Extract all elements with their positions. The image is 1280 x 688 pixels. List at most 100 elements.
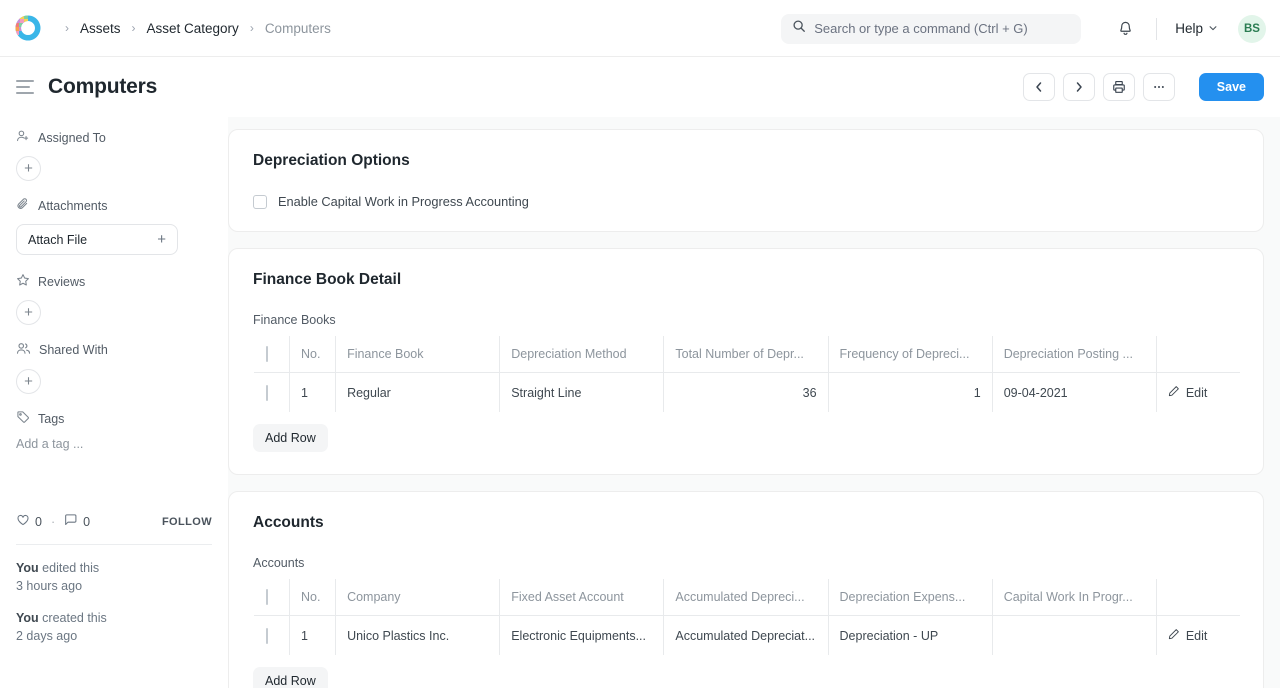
avatar[interactable]: BS (1238, 15, 1266, 43)
breadcrumb: › Assets › Asset Category › Computers (56, 19, 333, 38)
cell-accumulated-depreciation[interactable]: Accumulated Depreciat... (664, 616, 828, 656)
tag-input[interactable]: Add a tag ... (16, 437, 212, 451)
edit-row-button[interactable]: Edit (1168, 385, 1229, 400)
cell-edit[interactable]: Edit (1156, 616, 1240, 656)
breadcrumb-separator: › (56, 22, 78, 34)
frappe-logo-icon[interactable] (14, 14, 42, 42)
column-depreciation-expense[interactable]: Depreciation Expens... (828, 579, 992, 616)
sidebar: Assigned To + Attachments Attach File + (0, 117, 228, 688)
enable-cwip-label: Enable Capital Work in Progress Accounti… (278, 194, 529, 209)
cell-total-number[interactable]: 36 (664, 373, 828, 413)
enable-cwip-row[interactable]: Enable Capital Work in Progress Accounti… (253, 194, 1239, 209)
shared-with-header: Shared With (16, 341, 212, 359)
tags-header: Tags (16, 410, 212, 427)
activity-edited: You edited this 3 hours ago (16, 559, 212, 595)
ellipsis-icon[interactable] (1143, 73, 1175, 101)
add-review-button[interactable]: + (16, 300, 41, 325)
cell-fixed-asset-account[interactable]: Electronic Equipments... (500, 616, 664, 656)
column-capital-work-in-progress[interactable]: Capital Work In Progr... (992, 579, 1156, 616)
page-body: Assigned To + Attachments Attach File + (0, 117, 1280, 688)
sidebar-stats: 0 · 0 FOLLOW (16, 513, 212, 544)
navbar: › Assets › Asset Category › Computers He… (0, 0, 1280, 57)
users-icon (16, 341, 31, 359)
column-no[interactable]: No. (290, 579, 336, 616)
prev-document-button[interactable] (1023, 73, 1055, 101)
breadcrumb-item-computers: Computers (263, 19, 333, 38)
cell-company[interactable]: Unico Plastics Inc. (336, 616, 500, 656)
row-select-cell (254, 373, 290, 413)
accounts-title: Accounts (253, 514, 1239, 532)
tags-label: Tags (38, 412, 64, 426)
accounts-add-row-button[interactable]: Add Row (253, 667, 328, 688)
cell-frequency[interactable]: 1 (828, 373, 992, 413)
sidebar-divider (16, 544, 212, 545)
cell-finance-book[interactable]: Regular (336, 373, 500, 413)
cell-depreciation-expense[interactable]: Depreciation - UP (828, 616, 992, 656)
edit-row-button[interactable]: Edit (1168, 628, 1229, 643)
enable-cwip-checkbox[interactable] (253, 195, 267, 209)
card-depreciation-options: Depreciation Options Enable Capital Work… (228, 129, 1264, 232)
sidebar-section-assigned-to: Assigned To + (16, 129, 212, 181)
pencil-icon (1168, 628, 1180, 643)
activity-created-time: 2 days ago (16, 629, 77, 643)
card-accounts: Accounts Accounts No. Company Fixed Asse… (228, 491, 1264, 688)
table-row[interactable]: 1 Regular Straight Line 36 1 09-04-2021 (254, 373, 1241, 413)
cell-capital-work-in-progress[interactable] (992, 616, 1156, 656)
column-posting-date[interactable]: Depreciation Posting ... (992, 336, 1156, 373)
star-icon (16, 273, 30, 290)
search-input[interactable] (814, 21, 1070, 36)
comment-icon (64, 513, 78, 530)
paperclip-icon (16, 197, 30, 214)
activity-edited-time: 3 hours ago (16, 579, 82, 593)
cell-no: 1 (290, 616, 336, 656)
select-all-checkbox[interactable] (266, 589, 268, 605)
search-box[interactable] (781, 14, 1081, 44)
row-select-cell (254, 616, 290, 656)
row-checkbox[interactable] (266, 628, 268, 644)
sidebar-section-tags: Tags Add a tag ... (16, 410, 212, 451)
cell-edit[interactable]: Edit (1156, 373, 1240, 413)
cell-posting-date[interactable]: 09-04-2021 (992, 373, 1156, 413)
attach-file-button[interactable]: Attach File + (16, 224, 178, 255)
sidebar-section-shared-with: Shared With + (16, 341, 212, 394)
column-depreciation-method[interactable]: Depreciation Method (500, 336, 664, 373)
column-finance-book[interactable]: Finance Book (336, 336, 500, 373)
bell-icon[interactable] (1105, 16, 1146, 41)
help-dropdown[interactable]: Help (1167, 17, 1226, 40)
column-accumulated-depreciation[interactable]: Accumulated Depreci... (664, 579, 828, 616)
like-button[interactable]: 0 (16, 513, 42, 530)
pencil-icon (1168, 385, 1180, 400)
search-icon (792, 19, 806, 38)
comment-count: 0 (83, 515, 90, 529)
comment-button[interactable]: 0 (64, 513, 90, 530)
column-company[interactable]: Company (336, 579, 500, 616)
add-assignment-button[interactable]: + (16, 156, 41, 181)
table-header-row: No. Company Fixed Asset Account Accumula… (254, 579, 1241, 616)
accounts-grid-label: Accounts (253, 556, 1239, 570)
sidebar-section-attachments: Attachments Attach File + (16, 197, 212, 255)
stats-separator: · (51, 515, 55, 529)
tag-icon (16, 410, 30, 427)
reviews-header: Reviews (16, 273, 212, 290)
column-frequency[interactable]: Frequency of Depreci... (828, 336, 992, 373)
cell-depreciation-method[interactable]: Straight Line (500, 373, 664, 413)
printer-icon[interactable] (1103, 73, 1135, 101)
finance-books-table: No. Finance Book Depreciation Method Tot… (253, 335, 1241, 413)
column-no[interactable]: No. (290, 336, 336, 373)
follow-button[interactable]: FOLLOW (162, 516, 212, 528)
column-total-number[interactable]: Total Number of Depr... (664, 336, 828, 373)
save-button[interactable]: Save (1199, 73, 1264, 101)
breadcrumb-item-asset-category[interactable]: Asset Category (145, 19, 241, 38)
assigned-to-label: Assigned To (38, 131, 106, 145)
finance-books-add-row-button[interactable]: Add Row (253, 424, 328, 452)
row-checkbox[interactable] (266, 385, 268, 401)
add-share-button[interactable]: + (16, 369, 41, 394)
main-content: Depreciation Options Enable Capital Work… (228, 117, 1280, 688)
select-all-checkbox[interactable] (266, 346, 268, 362)
breadcrumb-item-assets[interactable]: Assets (78, 19, 123, 38)
next-document-button[interactable] (1063, 73, 1095, 101)
table-row[interactable]: 1 Unico Plastics Inc. Electronic Equipme… (254, 616, 1241, 656)
hamburger-menu-icon[interactable] (16, 80, 34, 94)
activity-edited-action: edited this (39, 561, 99, 575)
column-fixed-asset-account[interactable]: Fixed Asset Account (500, 579, 664, 616)
